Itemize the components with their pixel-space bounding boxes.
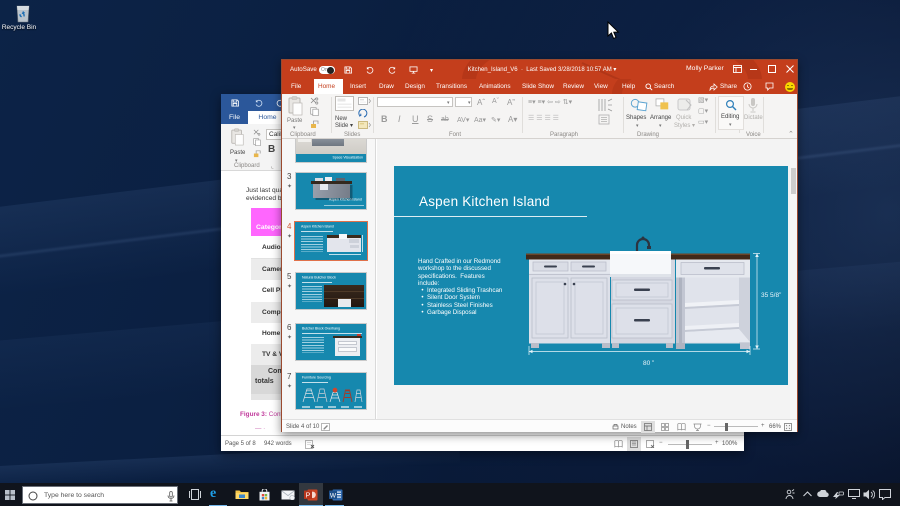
svg-text:W: W: [330, 492, 337, 499]
svg-text:P: P: [306, 492, 311, 499]
